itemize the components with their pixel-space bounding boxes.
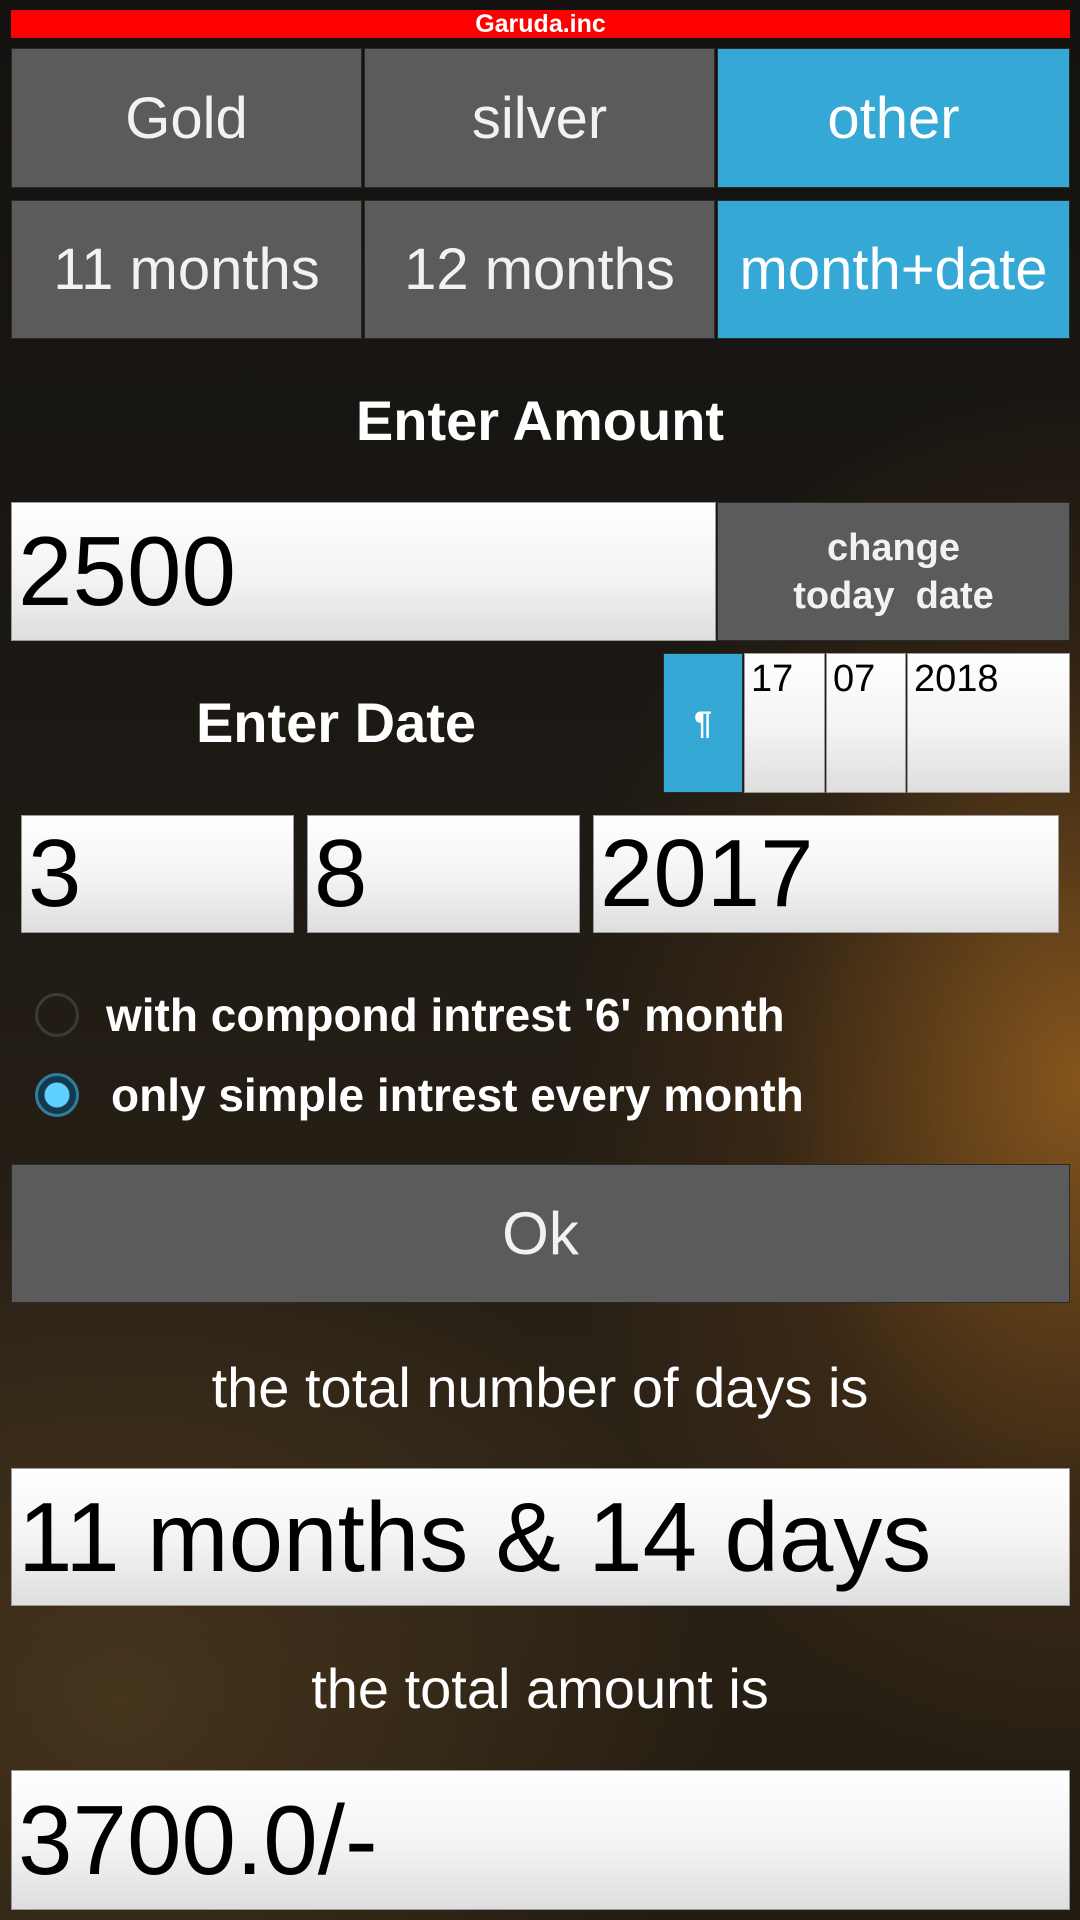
tab-silver[interactable]: silver — [364, 48, 715, 188]
simple-interest-radio[interactable] — [35, 1073, 79, 1117]
total-days-label: the total number of days is — [211, 1356, 869, 1419]
compound-interest-label[interactable]: with compond intrest '6' month — [106, 988, 785, 1042]
total-amount-value: 3700.0/- — [11, 1770, 1070, 1910]
amount-input[interactable]: 2500 — [11, 502, 716, 641]
today-day-field[interactable]: 17 — [744, 653, 825, 793]
ok-button[interactable]: Ok — [11, 1164, 1070, 1303]
enter-amount-heading: Enter Amount — [355, 389, 725, 452]
total-days-value: 11 months & 14 days — [11, 1468, 1070, 1606]
today-year-field[interactable]: 2018 — [907, 653, 1070, 793]
tab-11-months[interactable]: 11 months — [11, 200, 362, 339]
start-day-input[interactable]: 3 — [21, 815, 294, 933]
change-date-label-line1: change — [826, 526, 961, 569]
total-amount-label: the total amount is — [311, 1657, 769, 1720]
change-date-label-line2: today date — [793, 574, 994, 617]
change-today-date-button[interactable]: change today date — [717, 502, 1070, 641]
today-date-icon-button[interactable]: ¶ — [663, 653, 743, 793]
simple-interest-label[interactable]: only simple intrest every month — [111, 1068, 804, 1122]
tab-12-months[interactable]: 12 months — [364, 200, 715, 339]
app-title-bar: Garuda.inc — [11, 10, 1070, 38]
compound-interest-radio[interactable] — [35, 993, 79, 1037]
enter-date-heading: Enter Date — [195, 691, 477, 754]
start-year-input[interactable]: 2017 — [593, 815, 1059, 933]
start-month-input[interactable]: 8 — [307, 815, 580, 933]
pilcrow-icon: ¶ — [694, 704, 712, 741]
tab-other[interactable]: other — [717, 48, 1070, 188]
today-month-field[interactable]: 07 — [826, 653, 906, 793]
tab-month-date[interactable]: month+date — [717, 200, 1070, 339]
tab-gold[interactable]: Gold — [11, 48, 362, 188]
